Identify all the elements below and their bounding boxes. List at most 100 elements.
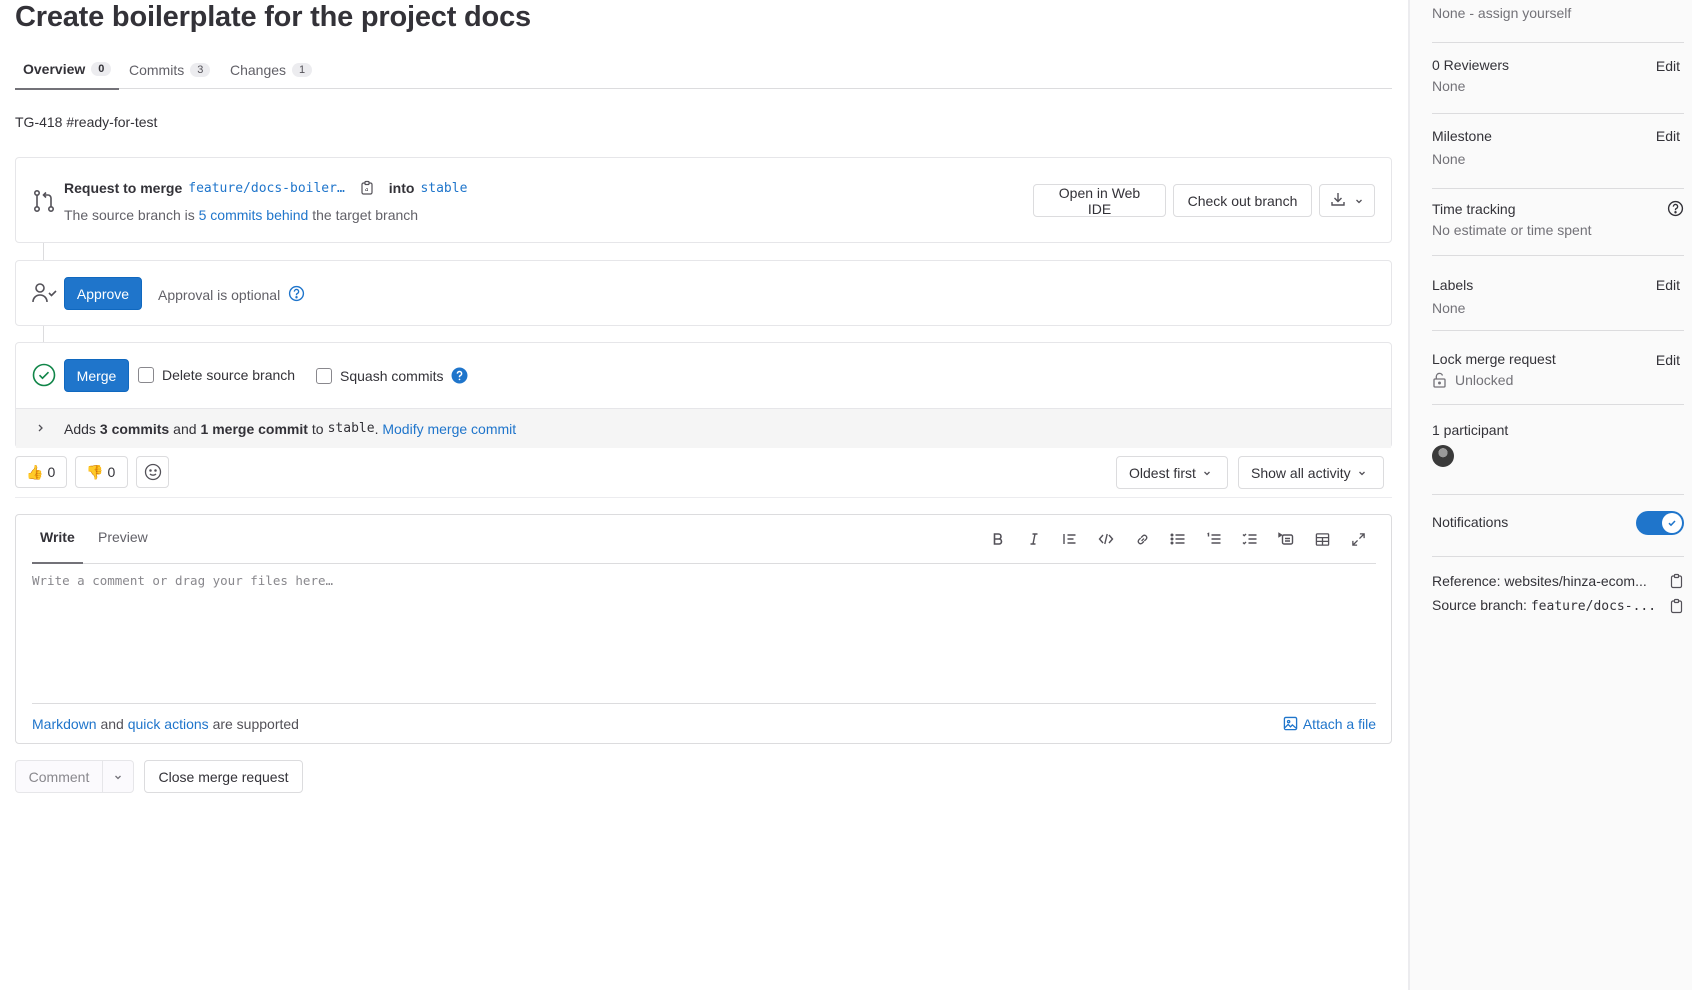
delete-source-branch-checkbox[interactable] — [138, 367, 154, 383]
reviewers-value: None — [1432, 78, 1466, 94]
reviewers-title: 0 Reviewers — [1432, 57, 1510, 73]
lock-edit-link[interactable]: Edit — [1656, 352, 1680, 368]
open-web-ide-button[interactable]: Open in Web IDE — [1033, 184, 1166, 217]
tab-label: Changes — [230, 61, 287, 78]
reference-line: Reference: websites/hinza-ecom... — [1432, 573, 1684, 589]
thumbs-up-button[interactable]: 👍 0 — [15, 456, 67, 488]
write-tab[interactable]: Write — [32, 529, 83, 564]
commits-text: and — [173, 420, 197, 437]
milestone-edit-link[interactable]: Edit — [1656, 128, 1680, 144]
lock-block: Lock merge request Edit Unlocked — [1432, 331, 1684, 405]
tab-count: 1 — [292, 62, 313, 77]
bullet-list-icon[interactable] — [1160, 527, 1196, 551]
chevron-right-icon[interactable] — [16, 421, 64, 436]
copy-reference-icon[interactable] — [1670, 573, 1684, 589]
mr-description: TG-418 #ready-for-test — [15, 114, 158, 130]
add-reaction-button[interactable] — [136, 456, 169, 488]
notifications-toggle[interactable] — [1636, 511, 1684, 535]
approval-optional-text: Approval is optional — [158, 287, 281, 303]
attach-file-button[interactable]: Attach a file — [1283, 716, 1376, 732]
numbered-list-icon[interactable] — [1196, 527, 1232, 551]
merge-button[interactable]: Merge — [64, 359, 129, 392]
squash-commits-option[interactable]: Squash commits — [316, 367, 468, 384]
help-icon[interactable] — [1667, 200, 1684, 220]
tab-commits[interactable]: Commits 3 — [121, 50, 218, 89]
into-label: into — [388, 180, 415, 196]
commits-behind-link[interactable]: 5 commits behind — [199, 207, 309, 223]
lock-value: Unlocked — [1455, 372, 1514, 388]
timeline-connector — [43, 243, 44, 260]
thumbs-up-icon: 👍 — [26, 463, 44, 480]
task-list-icon[interactable] — [1232, 527, 1268, 551]
help-icon[interactable] — [451, 367, 468, 384]
delete-source-branch-option[interactable]: Delete source branch — [138, 367, 295, 383]
reviewers-edit-link[interactable]: Edit — [1656, 58, 1680, 74]
attach-file-label: Attach a file — [1302, 715, 1376, 732]
tab-overview[interactable]: Overview 0 — [15, 50, 120, 90]
code-icon[interactable] — [1088, 527, 1124, 551]
copy-branch-icon[interactable] — [359, 180, 375, 196]
reference-text: Reference: websites/hinza-ecom... — [1432, 573, 1647, 589]
chevron-down-icon — [1354, 193, 1364, 209]
commits-summary-row[interactable]: Adds 3 commits and 1 merge commit to sta… — [16, 408, 1391, 448]
table-icon[interactable] — [1304, 527, 1340, 551]
milestone-block: Milestone Edit None — [1432, 114, 1684, 189]
comment-button[interactable]: Comment — [16, 761, 103, 792]
squash-commits-checkbox[interactable] — [316, 367, 332, 384]
source-branch-link[interactable]: feature/docs-boiler… — [188, 181, 345, 196]
sort-order-label: Oldest first — [1129, 464, 1196, 481]
approval-status: Approval is optional — [158, 285, 305, 305]
comment-form: Write Preview Markdown and quick ac — [15, 514, 1392, 744]
labels-value: None — [1432, 300, 1466, 316]
time-tracking-block: Time tracking No estimate or time spent — [1432, 189, 1684, 256]
source-branch-value: feature/docs-... — [1530, 599, 1657, 614]
quick-actions-link[interactable]: quick actions — [128, 716, 209, 732]
thumbs-down-button[interactable]: 👎 0 — [75, 456, 128, 488]
markdown-toolbar — [980, 527, 1376, 551]
modify-merge-commit-link[interactable]: Modify merge commit — [382, 421, 516, 437]
period: . — [374, 420, 383, 437]
assign-yourself-link[interactable]: None - assign yourself — [1432, 5, 1571, 21]
tab-changes[interactable]: Changes 1 — [222, 50, 320, 89]
bold-icon[interactable] — [980, 527, 1016, 551]
comment-split-button: Comment — [15, 760, 134, 793]
download-icon — [1330, 191, 1346, 210]
close-merge-request-button[interactable]: Close merge request — [144, 760, 303, 793]
preview-tab[interactable]: Preview — [90, 529, 156, 564]
activity-filter-dropdown[interactable]: Show all activity — [1238, 456, 1384, 489]
comment-input[interactable] — [32, 573, 1376, 685]
tab-label: Commits — [129, 61, 185, 78]
timeline-connector — [43, 326, 44, 342]
merge-widget: Merge Delete source branch Squash commit… — [15, 342, 1392, 448]
download-dropdown-button[interactable] — [1319, 184, 1375, 217]
check-out-branch-button[interactable]: Check out branch — [1173, 184, 1312, 217]
source-branch-label: Source branch: — [1432, 597, 1527, 613]
copy-source-branch-icon[interactable] — [1670, 598, 1684, 614]
quote-icon[interactable] — [1052, 527, 1088, 551]
help-icon[interactable] — [288, 285, 305, 305]
approve-button[interactable]: Approve — [64, 277, 142, 310]
request-prefix: Request to merge — [64, 180, 183, 196]
mr-tabs: Overview 0 Commits 3 Changes 1 — [15, 50, 1392, 90]
sort-order-dropdown[interactable]: Oldest first — [1116, 456, 1228, 489]
status-suffix: the target branch — [312, 207, 419, 223]
italic-icon[interactable] — [1016, 527, 1052, 551]
collapsible-section-icon[interactable] — [1268, 527, 1304, 551]
markdown-link[interactable]: Markdown — [32, 716, 97, 732]
chevron-down-icon — [113, 772, 123, 782]
link-icon[interactable] — [1124, 527, 1160, 551]
approval-widget: Approve Approval is optional — [15, 260, 1392, 326]
target-branch-link[interactable]: stable — [420, 181, 467, 196]
labels-edit-link[interactable]: Edit — [1656, 277, 1680, 293]
fullscreen-icon[interactable] — [1340, 527, 1376, 551]
merge-commit-count: 1 merge commit — [200, 420, 308, 437]
lock-status: Unlocked — [1432, 372, 1513, 388]
comment-options-dropdown[interactable] — [103, 761, 133, 792]
squash-commits-label: Squash commits — [340, 367, 444, 384]
participant-avatar[interactable] — [1432, 445, 1454, 467]
tab-count: 0 — [91, 62, 112, 76]
merge-request-info: Request to merge feature/docs-boiler… in… — [15, 157, 1392, 243]
source-branch-line: Source branch: feature/docs-... — [1432, 597, 1684, 614]
assignee-block: None - assign yourself — [1432, 0, 1684, 43]
branch-status: The source branch is 5 commits behind th… — [64, 207, 418, 223]
